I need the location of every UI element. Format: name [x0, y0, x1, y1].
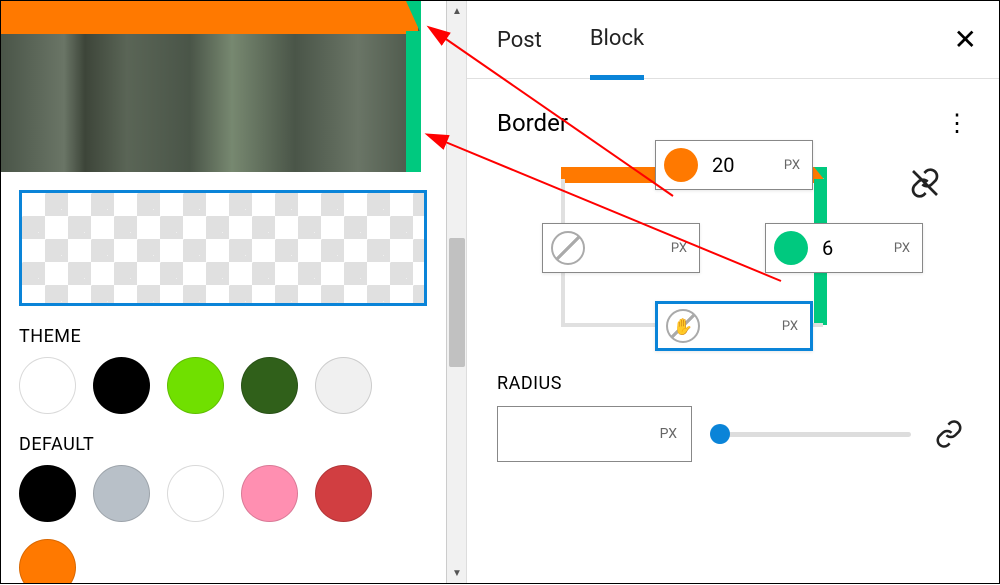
border-visualizer: 20 PX 6 PX PX — [547, 167, 827, 327]
theme-swatch-light-gray[interactable] — [315, 357, 372, 414]
border-bottom-control[interactable]: ✋ PX — [655, 301, 813, 351]
radius-slider-thumb[interactable] — [710, 424, 730, 444]
radius-slider[interactable] — [710, 419, 911, 449]
default-swatch-red[interactable] — [315, 465, 372, 522]
scroll-up-arrow[interactable]: ▲ — [447, 1, 466, 21]
border-top-width-input[interactable]: 20 — [704, 153, 784, 177]
preview-border-top — [1, 1, 418, 34]
unlink-sides-button[interactable] — [905, 163, 945, 203]
scroll-down-arrow[interactable]: ▼ — [447, 563, 466, 583]
default-section-label: DEFAULT — [19, 434, 430, 455]
app-root: THEME DEFAULT ▲ ▼ — [1, 1, 999, 583]
border-left-color-none[interactable] — [551, 231, 585, 265]
radius-unit[interactable]: PX — [660, 426, 677, 442]
border-bottom-unit[interactable]: PX — [782, 319, 810, 334]
border-panel-menu-button[interactable]: ⋮ — [945, 118, 969, 128]
color-picker-panel: THEME DEFAULT — [1, 172, 449, 583]
tab-post[interactable]: Post — [497, 2, 542, 77]
theme-swatch-black[interactable] — [93, 357, 150, 414]
border-top-control[interactable]: 20 PX — [655, 140, 813, 190]
preview-border-corner — [406, 1, 421, 34]
close-inspector-button[interactable]: ✕ — [954, 23, 977, 56]
border-panel: Border ⋮ 20 PX — [467, 79, 999, 462]
default-swatch-row — [19, 465, 430, 583]
border-left-control[interactable]: PX — [542, 223, 700, 273]
inspector-panel: Post Block ✕ Border ⋮ 20 — [466, 1, 999, 583]
tab-block[interactable]: Block — [590, 0, 644, 80]
left-scrollbar[interactable]: ▲ ▼ — [446, 1, 466, 583]
inspector-tabs: Post Block ✕ — [467, 1, 999, 79]
border-top-unit[interactable]: PX — [784, 158, 812, 173]
border-top-color-chip[interactable] — [664, 148, 698, 182]
preview-border-right — [406, 31, 421, 172]
theme-swatch-dark-green[interactable] — [241, 357, 298, 414]
border-right-unit[interactable]: PX — [894, 241, 922, 256]
radius-section-label: RADIUS — [497, 373, 969, 394]
border-left-unit[interactable]: PX — [671, 241, 699, 256]
theme-swatch-lime[interactable] — [167, 357, 224, 414]
block-preview — [1, 1, 421, 172]
link-radius-button[interactable] — [929, 414, 969, 454]
border-edge-corner — [814, 167, 827, 183]
theme-swatch-white[interactable] — [19, 357, 76, 414]
default-swatch-pink[interactable] — [241, 465, 298, 522]
default-swatch-black[interactable] — [19, 465, 76, 522]
scroll-thumb[interactable] — [449, 238, 465, 367]
border-right-color-chip[interactable] — [774, 231, 808, 265]
editor-left-pane: THEME DEFAULT ▲ ▼ — [1, 1, 466, 583]
default-swatch-orange[interactable] — [19, 539, 76, 583]
default-swatch-white[interactable] — [167, 465, 224, 522]
border-right-control[interactable]: 6 PX — [765, 223, 923, 273]
border-bottom-color-none[interactable]: ✋ — [666, 309, 700, 343]
radius-input[interactable]: PX — [497, 406, 692, 462]
current-color-swatch[interactable] — [19, 190, 427, 306]
default-swatch-gray[interactable] — [93, 465, 150, 522]
cursor-icon: ✋ — [668, 311, 698, 341]
radius-slider-track — [710, 432, 911, 437]
theme-swatch-row — [19, 357, 430, 414]
theme-section-label: THEME — [19, 326, 430, 347]
border-right-width-input[interactable]: 6 — [814, 236, 894, 260]
border-panel-title: Border — [497, 109, 568, 137]
radius-row: PX — [497, 406, 969, 462]
